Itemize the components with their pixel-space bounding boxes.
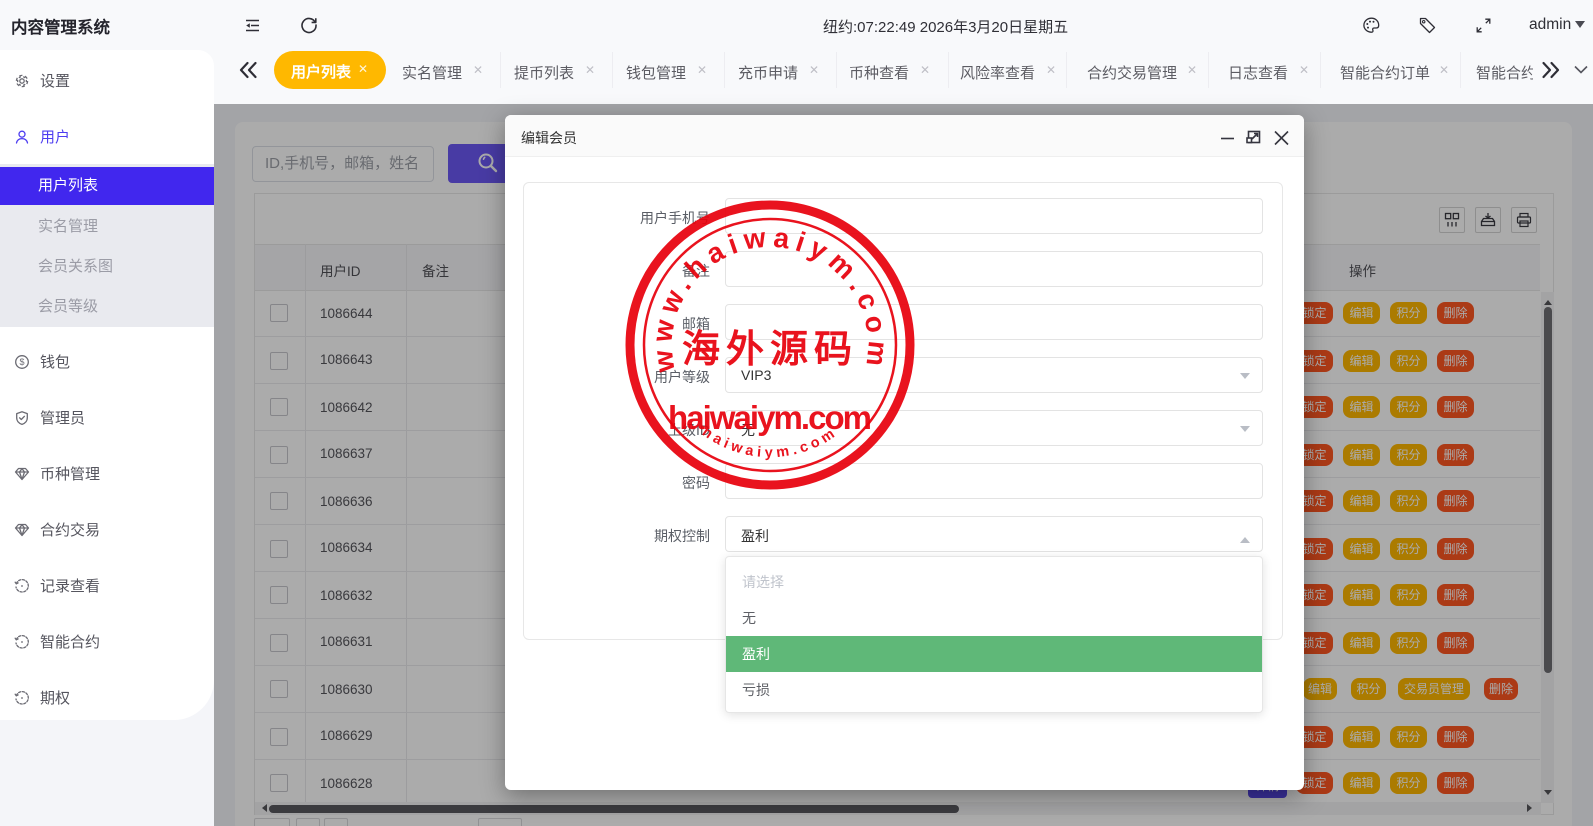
svg-text:haiwaiym.com: haiwaiym.com [668,399,872,436]
svg-text:$: $ [19,357,24,367]
svg-text:海外源码: 海外源码 [682,329,858,371]
